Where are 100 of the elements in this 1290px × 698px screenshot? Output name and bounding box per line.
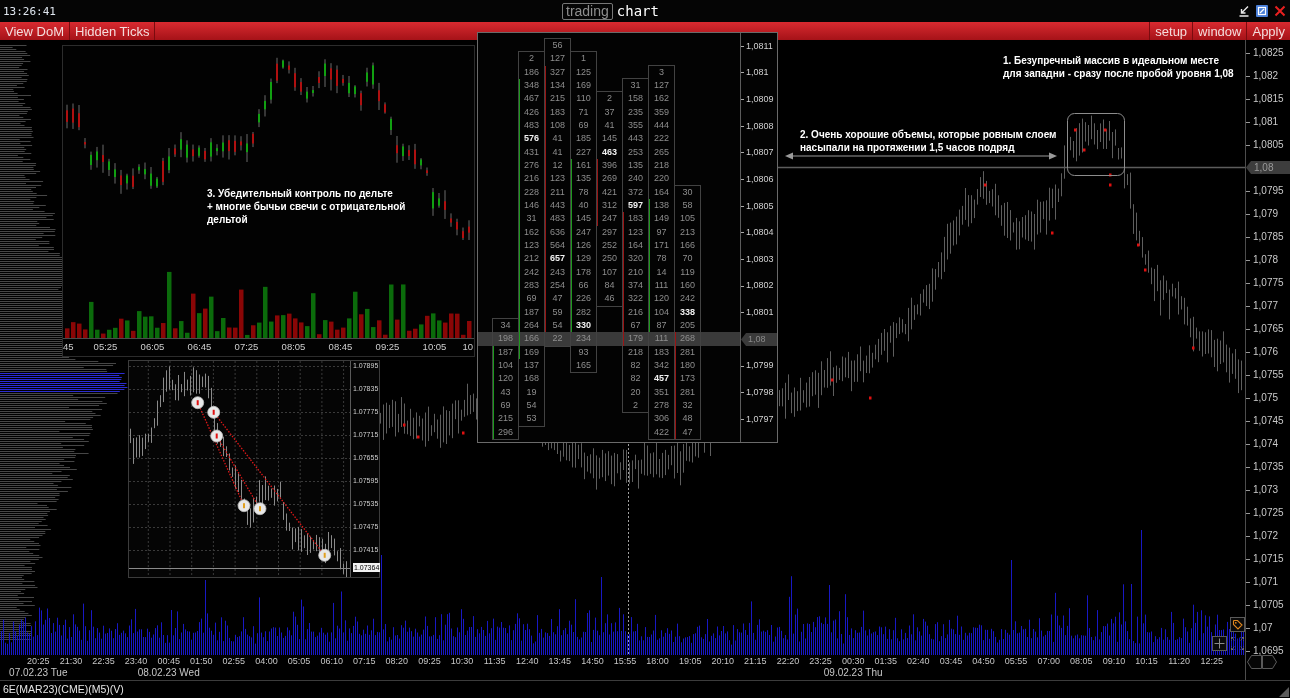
price-label: 1,0765 <box>1246 321 1284 336</box>
price-label: 1,0745 <box>1246 413 1284 428</box>
footprint-cell: 268 <box>675 332 700 346</box>
footprint-cell-text: 169 <box>575 79 592 92</box>
footprint-cell: 426 <box>519 105 544 119</box>
footprint-cell-text: 105 <box>679 212 696 226</box>
restore-icon[interactable] <box>1256 5 1268 17</box>
date-label: 07.02.23 Tue <box>9 667 68 678</box>
footprint-cell-text: 71 <box>577 105 590 119</box>
toolbar-button[interactable]: window <box>1192 22 1247 40</box>
price-label: 1,0795 <box>1246 183 1284 198</box>
footprint-cell: 123 <box>623 225 648 239</box>
footprint-cell: 171 <box>649 238 674 253</box>
footprint-cell: 104 <box>649 305 674 319</box>
footprint-cell-text: 220 <box>653 172 670 186</box>
annotation-text: 2. Очень хорошие объемы, которые ровным слоем насыпали на протяжении 1,5 часов подряд <box>800 128 1057 154</box>
time-label: 04:00 <box>255 656 278 667</box>
footprint-cell-text: 338 <box>679 305 696 319</box>
footprint-cell-text: 205 <box>679 318 696 332</box>
footprint-cell: 187 <box>519 305 544 319</box>
price-label: 1,081 <box>1246 114 1279 129</box>
time-label: 11:35 <box>483 656 506 667</box>
price-label: 1,071 <box>1246 574 1279 589</box>
footprint-cell-text: 2 <box>606 92 613 106</box>
footprint-cell: 108 <box>545 118 570 133</box>
footprint-cell-text: 186 <box>523 65 540 79</box>
footprint-cell-text: 227 <box>575 145 592 159</box>
footprint-cell: 87 <box>649 318 674 333</box>
footprint-cell-text: 145 <box>601 132 618 146</box>
tag-icon[interactable] <box>1230 617 1245 632</box>
footprint-cell-text: 53 <box>525 412 538 426</box>
footprint-cell: 483 <box>519 118 544 133</box>
price-label: 1,0808 <box>741 119 774 134</box>
footprint-cell: 123 <box>519 238 544 253</box>
footprint-cell-text: 444 <box>653 118 670 132</box>
footprint-cell: 135 <box>571 172 596 186</box>
footprint-cell: 242 <box>519 265 544 279</box>
footprint-cell: 348 <box>519 79 544 93</box>
price-label: 1,0815 <box>1246 91 1284 106</box>
footprint-cell-text: 355 <box>627 118 644 132</box>
price-label: 1,08 <box>741 333 777 347</box>
scroll-right-icon[interactable] <box>1262 655 1277 669</box>
footprint-cell: 282 <box>571 305 596 319</box>
time-label: 01:50 <box>190 656 213 667</box>
time-label: 05:25 <box>92 340 119 355</box>
scroll-left-icon[interactable] <box>1247 655 1262 669</box>
footprint-cell: 374 <box>623 278 648 293</box>
footprint-cell: 78 <box>649 252 674 266</box>
footprint-cell: 212 <box>519 252 544 266</box>
footprint-cell-text: 41 <box>603 119 616 132</box>
price-label: 1,0735 <box>1246 459 1284 474</box>
time-label: 10:05 <box>421 340 448 355</box>
footprint-cell-text: 3 <box>658 65 665 79</box>
footprint-cell-text: 351 <box>653 385 670 399</box>
footprint-cell: 243 <box>545 265 570 279</box>
footprint-cell-text: 37 <box>603 105 616 119</box>
price-label: 1,0775 <box>1246 275 1284 290</box>
resize-grip-icon[interactable] <box>1279 687 1289 697</box>
price-label: 1,076 <box>1246 344 1279 359</box>
footprint-cell: 183 <box>545 105 570 119</box>
time-label: 09:25 <box>374 340 401 355</box>
footprint-cell: 281 <box>675 345 700 359</box>
time-label: 14:50 <box>581 656 604 667</box>
footprint-cell-text: 166 <box>679 238 696 252</box>
expand-icon[interactable] <box>1230 636 1245 651</box>
footprint-cell: 322 <box>623 292 648 306</box>
toolbar-button[interactable]: View DoM <box>0 22 70 40</box>
time-label: 22:20 <box>776 656 800 667</box>
time-label: 02:40 <box>907 656 930 667</box>
time-label: 09:25 <box>418 656 441 667</box>
minimize-icon[interactable] <box>1238 5 1250 17</box>
footprint-cell: 169 <box>519 345 544 359</box>
toolbar-button[interactable]: Hidden Ticks <box>70 22 156 40</box>
footprint-cell: 179 <box>623 332 648 346</box>
footprint-cell-text: 54 <box>525 398 538 412</box>
price-label: 1,0755 <box>1246 367 1284 382</box>
price-label: 1,075 <box>1246 390 1279 405</box>
time-label: 00:30 <box>841 656 865 667</box>
footprint-cell: 421 <box>597 185 622 199</box>
time-label: 06:05 <box>139 340 166 355</box>
date-label: 09.02.23 Thu <box>823 667 883 678</box>
footprint-cell: 123 <box>545 172 570 186</box>
time-label: 21:30 <box>59 656 83 667</box>
price-label: 1,0802 <box>741 279 774 293</box>
toolbar-button[interactable]: setup <box>1149 22 1193 40</box>
footprint-cell-text: 34 <box>499 319 512 332</box>
price-label: 1,0799 <box>741 359 774 373</box>
time-label: 23:40 <box>124 656 148 667</box>
time-label: 09:10 <box>1102 656 1126 667</box>
footprint-cell-text: 93 <box>577 345 590 359</box>
crosshair-icon[interactable] <box>1212 636 1227 651</box>
footprint-cell: 312 <box>597 198 622 213</box>
footprint-cell: 67 <box>623 318 648 333</box>
footprint-cell: 330 <box>571 318 596 333</box>
time-label: 06:45 <box>186 340 213 355</box>
close-icon[interactable] <box>1274 5 1286 17</box>
footprint-cell: 173 <box>675 372 700 386</box>
footprint-cell-text: 213 <box>679 225 696 239</box>
toolbar-button[interactable]: Apply <box>1246 22 1290 40</box>
footprint-cell-text: 111 <box>653 332 670 346</box>
